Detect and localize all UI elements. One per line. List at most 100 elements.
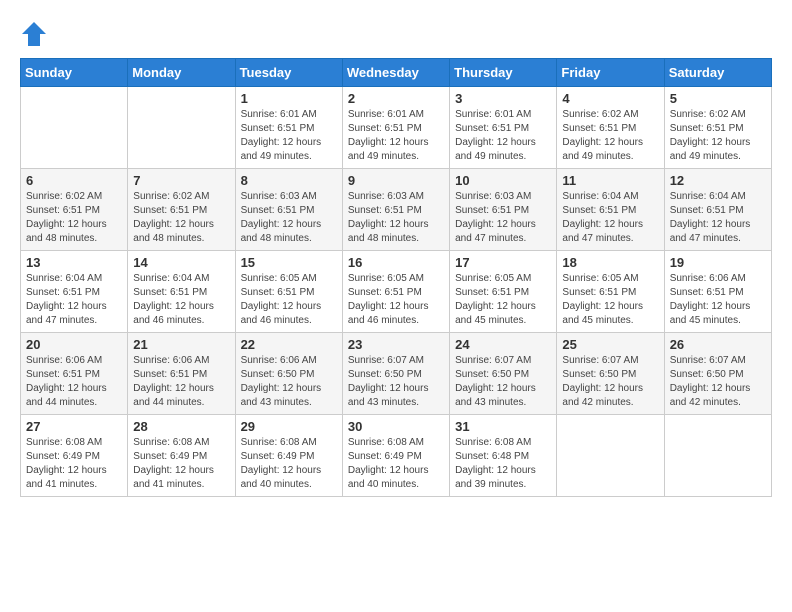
day-info: Sunrise: 6:07 AM Sunset: 6:50 PM Dayligh… — [455, 354, 551, 410]
day-info: Sunrise: 6:07 AM Sunset: 6:50 PM Dayligh… — [670, 354, 766, 410]
calendar-day-cell: 31 Sunrise: 6:08 AM Sunset: 6:48 PM Dayli… — [450, 415, 557, 497]
calendar-day-cell: 30 Sunrise: 6:08 AM Sunset: 6:49 PM Dayli… — [342, 415, 449, 497]
calendar-day-cell: 28Sunrise: 6:08 AM Sunset: 6:49 PM Dayli… — [128, 415, 235, 497]
day-number: 4 — [562, 91, 658, 106]
day-info: Sunrise: 6:01 AM Sunset: 6:51 PM Dayligh… — [455, 108, 551, 164]
day-info: Sunrise: 6:06 AM Sunset: 6:51 PM Dayligh… — [133, 354, 229, 410]
day-number: 23 — [348, 337, 444, 352]
calendar-day-cell: 25Sunrise: 6:07 AM Sunset: 6:50 PM Dayli… — [557, 333, 664, 415]
day-number: 1 — [241, 91, 337, 106]
weekday-header: Saturday — [664, 59, 771, 87]
day-number: 26 — [670, 337, 766, 352]
day-info: Sunrise: 6:07 AM Sunset: 6:50 PM Dayligh… — [348, 354, 444, 410]
day-info: Sunrise: 6:02 AM Sunset: 6:51 PM Dayligh… — [670, 108, 766, 164]
calendar-day-cell: 24 Sunrise: 6:07 AM Sunset: 6:50 PM Dayli… — [450, 333, 557, 415]
calendar-table: SundayMondayTuesdayWednesdayThursdayFrid… — [20, 58, 772, 497]
day-number: 20 — [26, 337, 122, 352]
calendar-header-row: SundayMondayTuesdayWednesdayThursdayFrid… — [21, 59, 772, 87]
day-number: 30 — [348, 419, 444, 434]
calendar-day-cell: 4 Sunrise: 6:02 AM Sunset: 6:51 PM Daylig… — [557, 87, 664, 169]
day-info: Sunrise: 6:08 AM Sunset: 6:49 PM Dayligh… — [26, 436, 122, 492]
calendar-day-cell: 14 Sunrise: 6:04 AM Sunset: 6:51 PM Dayli… — [128, 251, 235, 333]
day-info: Sunrise: 6:04 AM Sunset: 6:51 PM Dayligh… — [670, 190, 766, 246]
calendar-day-cell: 11 Sunrise: 6:04 AM Sunset: 6:51 PM Dayli… — [557, 169, 664, 251]
day-info: Sunrise: 6:08 AM Sunset: 6:49 PM Dayligh… — [133, 436, 229, 492]
calendar-day-cell: 13Sunrise: 6:04 AM Sunset: 6:51 PM Dayli… — [21, 251, 128, 333]
day-number: 18 — [562, 255, 658, 270]
day-number: 3 — [455, 91, 551, 106]
day-info: Sunrise: 6:02 AM Sunset: 6:51 PM Dayligh… — [562, 108, 658, 164]
day-number: 14 — [133, 255, 229, 270]
day-number: 29 — [241, 419, 337, 434]
calendar-day-cell: 19 Sunrise: 6:06 AM Sunset: 6:51 PM Dayli… — [664, 251, 771, 333]
day-number: 7 — [133, 173, 229, 188]
day-info: Sunrise: 6:03 AM Sunset: 6:51 PM Dayligh… — [348, 190, 444, 246]
day-info: Sunrise: 6:08 AM Sunset: 6:48 PM Dayligh… — [455, 436, 551, 492]
calendar-day-cell: 5 Sunrise: 6:02 AM Sunset: 6:51 PM Daylig… — [664, 87, 771, 169]
day-number: 16 — [348, 255, 444, 270]
day-number: 8 — [241, 173, 337, 188]
calendar-day-cell: 21 Sunrise: 6:06 AM Sunset: 6:51 PM Dayli… — [128, 333, 235, 415]
weekday-header: Tuesday — [235, 59, 342, 87]
day-info: Sunrise: 6:05 AM Sunset: 6:51 PM Dayligh… — [241, 272, 337, 328]
calendar-day-cell: 15 Sunrise: 6:05 AM Sunset: 6:51 PM Dayli… — [235, 251, 342, 333]
day-info: Sunrise: 6:08 AM Sunset: 6:49 PM Dayligh… — [348, 436, 444, 492]
page-header — [20, 20, 772, 48]
day-info: Sunrise: 6:06 AM Sunset: 6:51 PM Dayligh… — [26, 354, 122, 410]
day-info: Sunrise: 6:08 AM Sunset: 6:49 PM Dayligh… — [241, 436, 337, 492]
day-info: Sunrise: 6:03 AM Sunset: 6:51 PM Dayligh… — [241, 190, 337, 246]
calendar-day-cell: 9Sunrise: 6:03 AM Sunset: 6:51 PM Daylig… — [342, 169, 449, 251]
calendar-day-cell — [21, 87, 128, 169]
calendar-day-cell: 18 Sunrise: 6:05 AM Sunset: 6:51 PM Dayli… — [557, 251, 664, 333]
day-info: Sunrise: 6:01 AM Sunset: 6:51 PM Dayligh… — [348, 108, 444, 164]
day-number: 31 — [455, 419, 551, 434]
calendar-day-cell: 7 Sunrise: 6:02 AM Sunset: 6:51 PM Daylig… — [128, 169, 235, 251]
day-number: 10 — [455, 173, 551, 188]
day-info: Sunrise: 6:05 AM Sunset: 6:51 PM Dayligh… — [562, 272, 658, 328]
day-number: 19 — [670, 255, 766, 270]
calendar-week-row: 6 Sunrise: 6:02 AM Sunset: 6:51 PM Daylig… — [21, 169, 772, 251]
day-info: Sunrise: 6:07 AM Sunset: 6:50 PM Dayligh… — [562, 354, 658, 410]
day-number: 22 — [241, 337, 337, 352]
day-info: Sunrise: 6:04 AM Sunset: 6:51 PM Dayligh… — [562, 190, 658, 246]
logo — [20, 20, 52, 48]
day-number: 12 — [670, 173, 766, 188]
day-info: Sunrise: 6:02 AM Sunset: 6:51 PM Dayligh… — [26, 190, 122, 246]
calendar-day-cell: 17Sunrise: 6:05 AM Sunset: 6:51 PM Dayli… — [450, 251, 557, 333]
day-number: 15 — [241, 255, 337, 270]
calendar-day-cell: 20 Sunrise: 6:06 AM Sunset: 6:51 PM Dayli… — [21, 333, 128, 415]
day-number: 21 — [133, 337, 229, 352]
calendar-day-cell — [128, 87, 235, 169]
calendar-day-cell: 26 Sunrise: 6:07 AM Sunset: 6:50 PM Dayli… — [664, 333, 771, 415]
calendar-day-cell: 29 Sunrise: 6:08 AM Sunset: 6:49 PM Dayli… — [235, 415, 342, 497]
logo-icon — [20, 20, 48, 48]
day-number: 6 — [26, 173, 122, 188]
calendar-day-cell: 16 Sunrise: 6:05 AM Sunset: 6:51 PM Dayli… — [342, 251, 449, 333]
calendar-day-cell: 22Sunrise: 6:06 AM Sunset: 6:50 PM Dayli… — [235, 333, 342, 415]
calendar-day-cell — [557, 415, 664, 497]
calendar-week-row: 20 Sunrise: 6:06 AM Sunset: 6:51 PM Dayli… — [21, 333, 772, 415]
day-number: 11 — [562, 173, 658, 188]
day-info: Sunrise: 6:03 AM Sunset: 6:51 PM Dayligh… — [455, 190, 551, 246]
day-info: Sunrise: 6:04 AM Sunset: 6:51 PM Dayligh… — [26, 272, 122, 328]
day-number: 24 — [455, 337, 551, 352]
weekday-header: Wednesday — [342, 59, 449, 87]
calendar-day-cell: 1 Sunrise: 6:01 AM Sunset: 6:51 PM Daylig… — [235, 87, 342, 169]
day-info: Sunrise: 6:04 AM Sunset: 6:51 PM Dayligh… — [133, 272, 229, 328]
weekday-header: Friday — [557, 59, 664, 87]
calendar-week-row: 27Sunrise: 6:08 AM Sunset: 6:49 PM Dayli… — [21, 415, 772, 497]
calendar-day-cell: 8 Sunrise: 6:03 AM Sunset: 6:51 PM Daylig… — [235, 169, 342, 251]
weekday-header: Sunday — [21, 59, 128, 87]
calendar-day-cell: 27Sunrise: 6:08 AM Sunset: 6:49 PM Dayli… — [21, 415, 128, 497]
day-info: Sunrise: 6:05 AM Sunset: 6:51 PM Dayligh… — [348, 272, 444, 328]
day-number: 5 — [670, 91, 766, 106]
day-info: Sunrise: 6:02 AM Sunset: 6:51 PM Dayligh… — [133, 190, 229, 246]
calendar-week-row: 13Sunrise: 6:04 AM Sunset: 6:51 PM Dayli… — [21, 251, 772, 333]
day-info: Sunrise: 6:05 AM Sunset: 6:51 PM Dayligh… — [455, 272, 551, 328]
calendar-day-cell: 10 Sunrise: 6:03 AM Sunset: 6:51 PM Dayli… — [450, 169, 557, 251]
calendar-week-row: 1 Sunrise: 6:01 AM Sunset: 6:51 PM Daylig… — [21, 87, 772, 169]
weekday-header: Monday — [128, 59, 235, 87]
day-info: Sunrise: 6:01 AM Sunset: 6:51 PM Dayligh… — [241, 108, 337, 164]
day-info: Sunrise: 6:06 AM Sunset: 6:51 PM Dayligh… — [670, 272, 766, 328]
calendar-day-cell: 6 Sunrise: 6:02 AM Sunset: 6:51 PM Daylig… — [21, 169, 128, 251]
